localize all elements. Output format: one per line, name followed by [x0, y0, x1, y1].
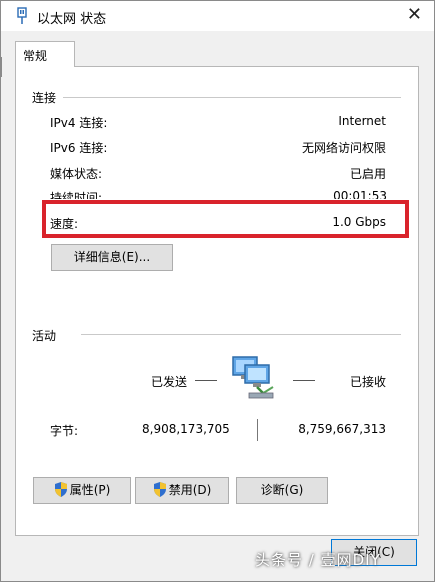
properties-button[interactable]: 属性(P): [33, 477, 131, 504]
activity-group-divider: [81, 334, 401, 335]
ipv4-value: Internet: [338, 114, 386, 128]
tab-general[interactable]: 常规: [15, 41, 75, 67]
ipv6-label: IPv6 连接:: [50, 141, 108, 155]
ipv6-value: 无网络访问权限: [301, 141, 386, 155]
duration-label: 持续时间:: [50, 191, 103, 199]
title-bar: 以太网 状态 ✕: [1, 1, 434, 31]
bytes-sent-value: 8,908,173,705: [142, 422, 230, 436]
received-label: 已接收: [350, 375, 387, 389]
general-tab-panel: [15, 66, 419, 536]
sent-dash: [195, 380, 217, 381]
disable-button[interactable]: 禁用(D): [135, 477, 229, 504]
window-title: 以太网 状态: [37, 12, 107, 27]
activity-group-title: 活动: [32, 327, 63, 344]
ethernet-status-dialog: 以太网 状态 ✕ 常规 连接 IPv4 连接: Internet IPv6 连接…: [0, 0, 435, 582]
network-computers-icon: [232, 356, 274, 399]
properties-button-label: 属性(P): [69, 483, 111, 497]
close-icon[interactable]: ✕: [407, 5, 422, 25]
diagnose-button[interactable]: 诊断(G): [236, 477, 328, 504]
watermark-text: 头条号 / 壹网DIY: [255, 551, 381, 569]
connection-group-divider: [63, 97, 401, 98]
shield-icon: [54, 482, 67, 497]
shield-icon: [153, 482, 166, 497]
bytes-received-value: 8,759,667,313: [298, 422, 386, 436]
bytes-label: 字节:: [50, 424, 79, 438]
duration-row-clipped: 持续时间: 00:01:53: [45, 187, 405, 199]
duration-value: 00:01:53: [333, 189, 387, 199]
network-adapter-icon: [17, 7, 27, 24]
speed-highlight-box: [42, 200, 409, 238]
received-dash: [293, 380, 315, 381]
media-state-label: 媒体状态:: [50, 167, 103, 181]
bytes-divider: [257, 419, 258, 441]
sent-label: 已发送: [151, 375, 188, 389]
background-window-edge: [1, 57, 7, 77]
media-state-value: 已启用: [349, 167, 386, 181]
connection-group-title: 连接: [32, 89, 63, 106]
disable-button-label: 禁用(D): [168, 483, 212, 497]
details-button[interactable]: 详细信息(E)...: [51, 244, 173, 271]
ipv4-label: IPv4 连接:: [50, 116, 108, 130]
